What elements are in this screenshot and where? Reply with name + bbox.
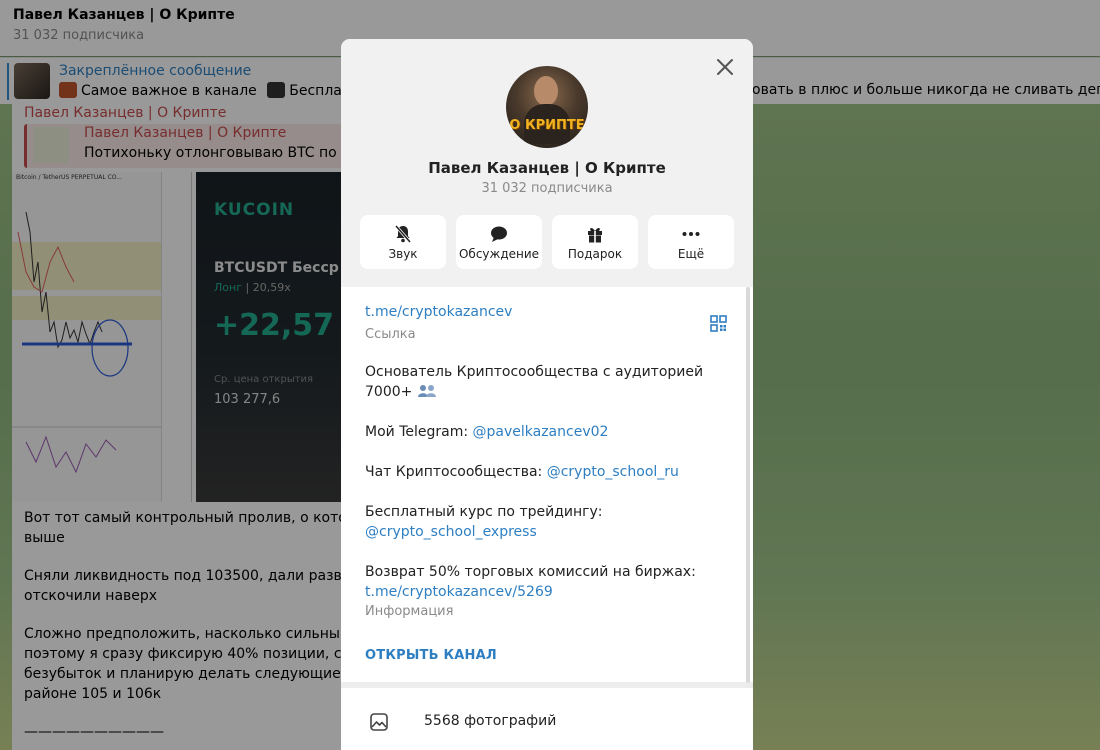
desc-chat: Чат Криптосообщества: @crypto_school_ru: [365, 464, 679, 480]
channel-description: Основатель Криптосообщества с аудиторией…: [365, 362, 735, 602]
open-channel-button[interactable]: ОТКРЫТЬ КАНАЛ: [365, 648, 497, 663]
desc-telegram: Мой Telegram: @pavelkazancev02: [365, 424, 609, 440]
close-icon: [717, 59, 733, 75]
mute-label: Звук: [388, 247, 418, 261]
photo-icon: [370, 713, 388, 731]
avatar-brand-text: О КРИПТЕ: [509, 118, 585, 133]
desc-founder: Основатель Криптосообщества с аудиторией…: [365, 364, 704, 400]
channel-header: О КРИПТЕ Павел Казанцев | О Крипте 31 03…: [341, 39, 753, 287]
channel-avatar[interactable]: О КРИПТЕ: [506, 66, 588, 148]
channel-subscribers: 31 032 подписчика: [481, 181, 613, 196]
more-dots-icon: [682, 232, 700, 236]
gift-label: Подарок: [567, 247, 623, 261]
close-button[interactable]: [713, 55, 737, 79]
course-handle-link[interactable]: @crypto_school_express: [365, 524, 537, 540]
more-button[interactable]: Ещё: [648, 215, 734, 269]
channel-actions: Звук Обсуждение Подарок Ещё: [360, 215, 734, 269]
chat-handle-link[interactable]: @crypto_school_ru: [547, 464, 679, 480]
modal-scrollbar[interactable]: [746, 287, 750, 683]
channel-link[interactable]: t.me/cryptokazancev: [365, 304, 512, 320]
gift-button[interactable]: Подарок: [552, 215, 638, 269]
chat-bubble-icon: [491, 226, 507, 242]
refund-link[interactable]: t.me/cryptokazancev/5269: [365, 584, 553, 600]
telegram-handle-link[interactable]: @pavelkazancev02: [473, 424, 609, 440]
channel-link-label: Ссылка: [365, 327, 416, 342]
desc-course: Бесплатный курс по трейдингу: @crypto_sc…: [365, 504, 603, 540]
people-emoji-icon: [417, 385, 436, 397]
photos-row[interactable]: 5568 фотографий: [341, 688, 753, 750]
photos-count: 5568 фотографий: [424, 713, 557, 729]
discussion-label: Обсуждение: [458, 247, 540, 261]
mute-button[interactable]: Звук: [360, 215, 446, 269]
qr-code-icon[interactable]: [710, 315, 727, 332]
desc-refund: Возврат 50% торговых комиссий на биржах:…: [365, 564, 696, 600]
discussion-button[interactable]: Обсуждение: [456, 215, 542, 269]
info-label: Информация: [365, 604, 454, 619]
more-label: Ещё: [677, 247, 705, 261]
channel-info-modal: О КРИПТЕ Павел Казанцев | О Крипте 31 03…: [341, 39, 753, 750]
gift-icon: [588, 227, 602, 243]
bell-off-icon: [394, 225, 412, 243]
channel-name: Павел Казанцев | О Крипте: [428, 159, 666, 177]
channel-info-section: t.me/cryptokazancev Ссылка Основатель Кр…: [341, 287, 753, 682]
